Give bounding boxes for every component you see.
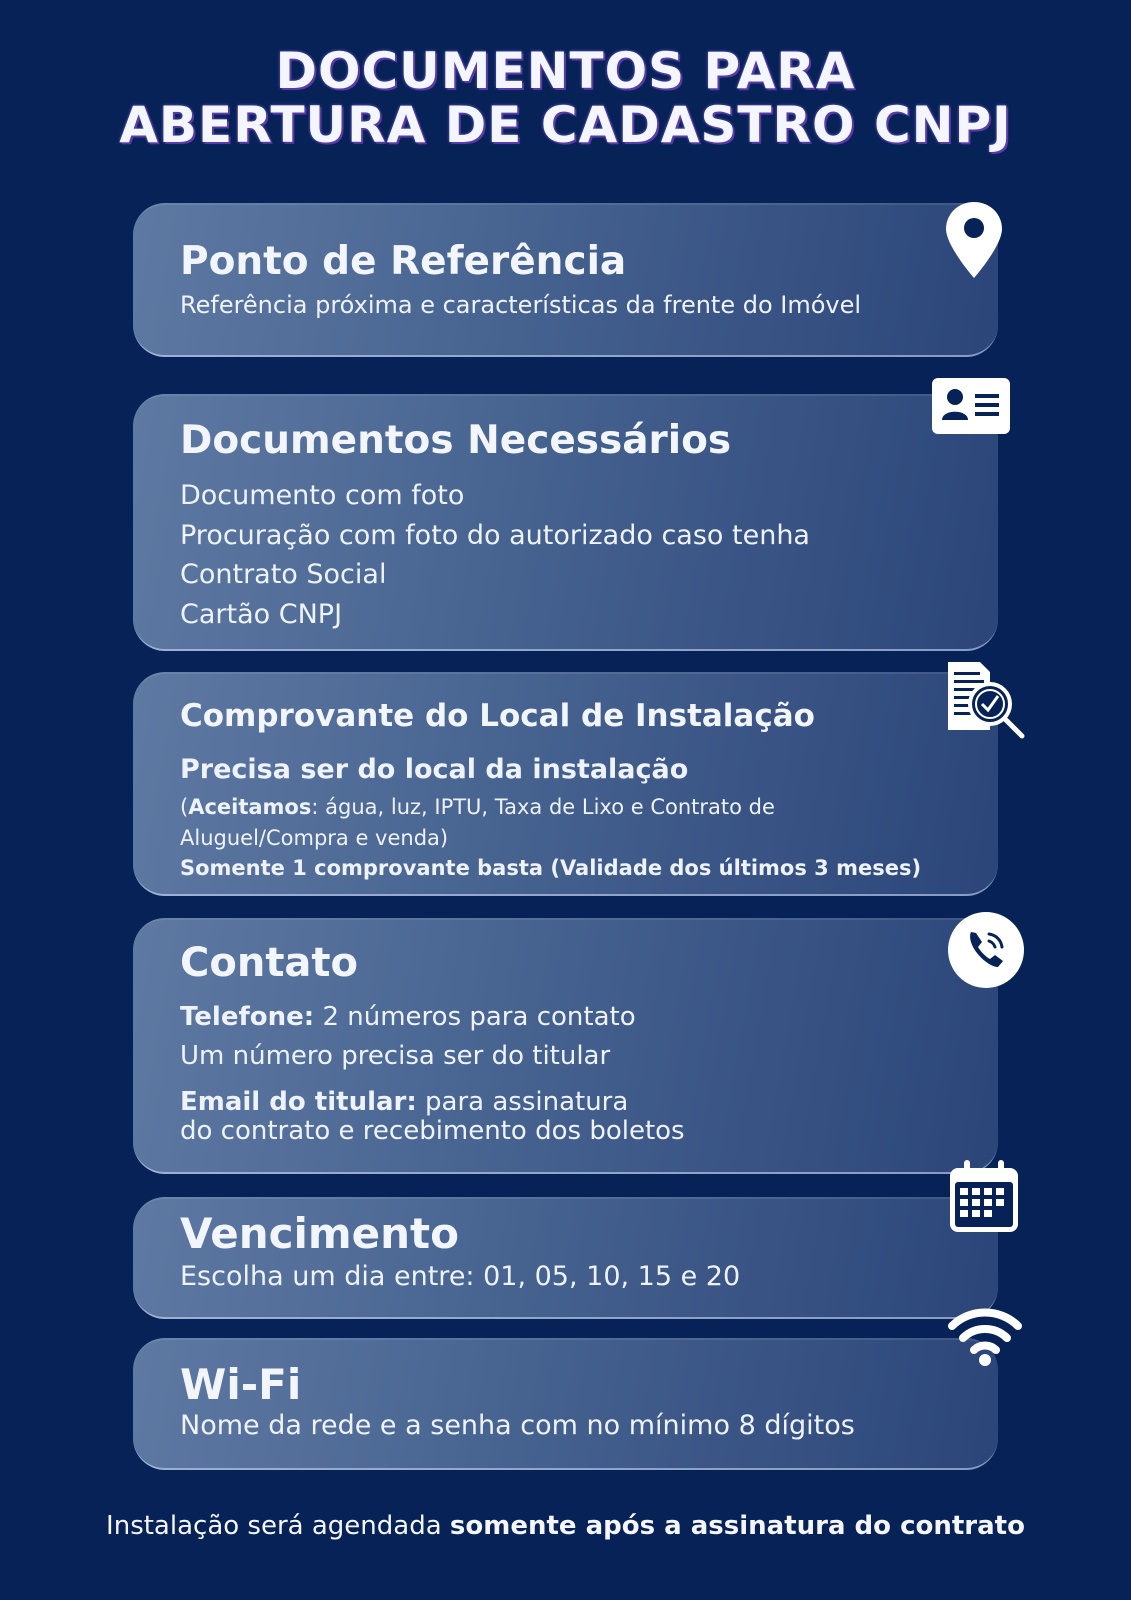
calendar-icon [950,1160,1018,1232]
validity-note: Somente 1 comprovante basta (Validade do… [180,856,922,880]
wifi-icon [948,1308,1022,1366]
list-item: Contrato Social [180,559,387,590]
list-item: Procuração com foto do autorizado caso t… [180,519,810,551]
card-subheading: Precisa ser do local da instalação [180,754,689,785]
phone-label: Telefone: [180,1002,315,1032]
phone-line-2: Um número precisa ser do titular [180,1041,611,1071]
card-documentos-necessarios: Documentos Necessários Documento com fot… [133,394,998,651]
id-card-icon [932,378,1010,434]
accept-label: Aceitamos [188,795,312,819]
page-title: DOCUMENTOS PARA ABERTURA DE CADASTRO CNP… [0,44,1131,152]
card-title: Documentos Necessários [180,418,732,463]
card-comprovante-local: Comprovante do Local de Instalação Preci… [133,672,998,896]
card-text: Escolha um dia entre: 01, 05, 10, 15 e 2… [180,1261,741,1292]
phone-icon [948,912,1024,988]
document-list: Documento com foto Procuração com foto d… [180,476,810,634]
card-ponto-de-referencia: Ponto de Referência Referência próxima e… [133,203,998,357]
card-title: Comprovante do Local de Instalação [180,698,815,734]
email-label: Email do titular: [180,1087,417,1117]
card-title: Wi-Fi [180,1360,302,1409]
page-title-line-2: ABERTURA DE CADASTRO CNPJ [119,96,1012,154]
document-check-icon [948,662,1025,739]
list-item: Cartão CNPJ [180,598,343,630]
card-title: Ponto de Referência [180,239,627,284]
list-item: Documento com foto [180,480,465,511]
email-line-2: do contrato e recebimento dos boletos [180,1116,685,1146]
footer-text: Instalação será agendada [106,1511,450,1541]
footer-note: Instalação será agendada somente após a … [0,1511,1131,1541]
card-title: Contato [180,940,359,986]
accepted-documents: (Aceitamos: água, luz, IPTU, Taxa de Lix… [180,792,840,854]
phone-line: Telefone: 2 números para contato [180,1002,636,1032]
card-title: Vencimento [180,1209,459,1258]
card-vencimento: Vencimento Escolha um dia entre: 01, 05,… [133,1197,998,1319]
phone-text: 2 números para contato [314,1002,636,1032]
location-pin-icon [946,202,1002,278]
email-text: para assinatura [416,1087,629,1117]
footer-bold-text: somente após a assinatura do contrato [449,1511,1025,1541]
card-contato: Contato Telefone: 2 números para contato… [133,918,998,1174]
open-paren: ( [180,795,189,819]
card-wifi: Wi-Fi Nome da rede e a senha com no míni… [133,1338,998,1470]
page-title-line-1: DOCUMENTOS PARA [275,42,856,100]
card-text: Nome da rede e a senha com no mínimo 8 d… [180,1410,855,1441]
card-text: Referência próxima e características da … [180,291,862,319]
email-block: Email do titular: para assinatura do cont… [180,1088,830,1146]
